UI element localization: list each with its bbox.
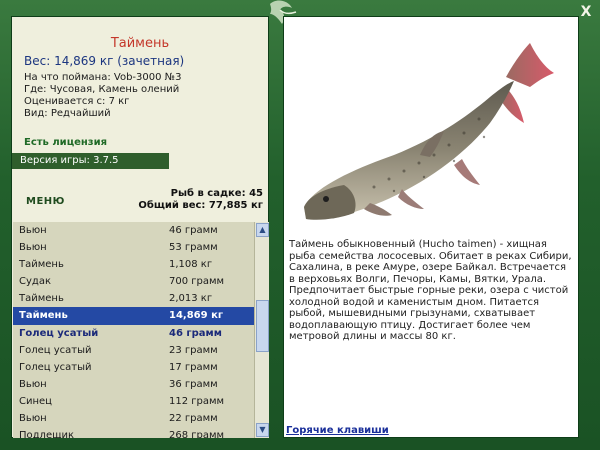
- fish-list-weight: 2,013 кг: [169, 293, 213, 305]
- fish-weight: Вес: 14,869 кг (зачетная): [24, 54, 185, 68]
- scroll-down-button[interactable]: ▼: [256, 423, 269, 437]
- fish-list-name: Голец усатый: [19, 344, 92, 356]
- fish-list-weight: 1,108 кг: [169, 259, 213, 271]
- fish-list-row[interactable]: Синец 112 грамм: [13, 393, 254, 410]
- fish-list-row[interactable]: Голец усатый 46 грамм: [13, 325, 254, 342]
- fish-list-weight: 36 грамм: [169, 378, 218, 390]
- fish-description: Таймень обыкновенный (Hucho taimen) - хи…: [289, 239, 572, 342]
- fish-location: Где: Чусовая, Камень олений: [24, 84, 180, 95]
- fish-list-name: Таймень: [19, 259, 64, 271]
- fish-list-name: Вьюн: [19, 378, 47, 390]
- fish-list: Вьюн 46 грамм Вьюн 53 грамм Таймень 1,108 кг С…: [13, 222, 254, 438]
- scrollbar[interactable]: ▲ ▼: [254, 222, 269, 438]
- fish-list-weight: 22 грамм: [169, 413, 218, 425]
- fish-list-weight: 53 грамм: [169, 242, 218, 254]
- fish-name: Таймень: [110, 36, 170, 51]
- fish-list-name: Таймень: [19, 293, 64, 305]
- fish-valued-from: Оценивается с: 7 кг: [24, 96, 130, 107]
- fish-list-name: Вьюн: [19, 242, 47, 254]
- version-bar: Версия игры: 3.7.5: [12, 153, 169, 169]
- hotkeys-link[interactable]: Горячие клавиши: [286, 425, 389, 436]
- fish-list-row[interactable]: Вьюн 53 грамм: [13, 239, 254, 256]
- fish-detail-panel: Таймень обыкновенный (Hucho taimen) - хи…: [283, 16, 579, 438]
- fish-list-row[interactable]: Вьюн 46 грамм: [13, 222, 254, 239]
- fish-list-row[interactable]: Таймень 2,013 кг: [13, 290, 254, 307]
- arrow-up-icon: ▲: [259, 225, 266, 234]
- fish-list-name: Вьюн: [19, 413, 47, 425]
- fish-rarity: Вид: Редчайший: [24, 108, 111, 119]
- license-status: Есть лицензия: [24, 137, 108, 148]
- fish-list-weight: 46 грамм: [169, 225, 218, 236]
- fish-list-weight: 46 грамм: [169, 327, 222, 339]
- fish-list-weight: 112 грамм: [169, 395, 225, 407]
- fish-list-weight: 268 грамм: [169, 430, 225, 438]
- scroll-thumb[interactable]: [256, 300, 269, 352]
- close-button[interactable]: X: [578, 4, 594, 20]
- fish-list-container: Вьюн 46 грамм Вьюн 53 грамм Таймень 1,108 кг С…: [13, 222, 269, 438]
- taimen-fish-image: [304, 43, 554, 220]
- fish-count: Рыб в садке: 45: [170, 188, 263, 199]
- fish-list-row[interactable]: Подлещик 268 грамм: [13, 427, 254, 438]
- fish-list-name: Таймень: [19, 310, 68, 322]
- fish-list-name: Синец: [19, 395, 52, 407]
- fish-info-panel: Таймень Вес: 14,869 кг (зачетная) На что…: [11, 16, 269, 438]
- close-icon: X: [580, 4, 592, 20]
- fish-list-name: Голец усатый: [19, 327, 99, 339]
- fish-list-row[interactable]: Вьюн 22 грамм: [13, 410, 254, 427]
- fish-caught-with: На что поймана: Vob-3000 №3: [24, 72, 182, 83]
- fish-list-row[interactable]: Голец усатый 23 грамм: [13, 342, 254, 359]
- arrow-down-icon: ▼: [259, 425, 266, 434]
- fish-list-row[interactable]: Таймень 14,869 кг: [13, 307, 254, 325]
- menu-button[interactable]: МЕНЮ: [26, 196, 65, 207]
- fish-list-row[interactable]: Судак 700 грамм: [13, 273, 254, 290]
- fish-list-name: Голец усатый: [19, 361, 92, 373]
- scroll-up-button[interactable]: ▲: [256, 223, 269, 237]
- fish-list-weight: 17 грамм: [169, 361, 218, 373]
- fish-list-weight: 700 грамм: [169, 276, 225, 288]
- fish-list-name: Подлещик: [19, 430, 75, 438]
- fish-list-row[interactable]: Таймень 1,108 кг: [13, 256, 254, 273]
- fish-list-weight: 14,869 кг: [169, 310, 224, 322]
- fish-list-name: Судак: [19, 276, 51, 288]
- fish-list-row[interactable]: Голец усатый 17 грамм: [13, 359, 254, 376]
- fish-list-weight: 23 грамм: [169, 344, 218, 356]
- fish-list-row[interactable]: Вьюн 36 грамм: [13, 376, 254, 393]
- fish-list-name: Вьюн: [19, 225, 47, 236]
- catch-stats: Рыб в садке: 45 Общий вес: 77,885 кг: [138, 188, 263, 212]
- total-weight: Общий вес: 77,885 кг: [138, 200, 263, 211]
